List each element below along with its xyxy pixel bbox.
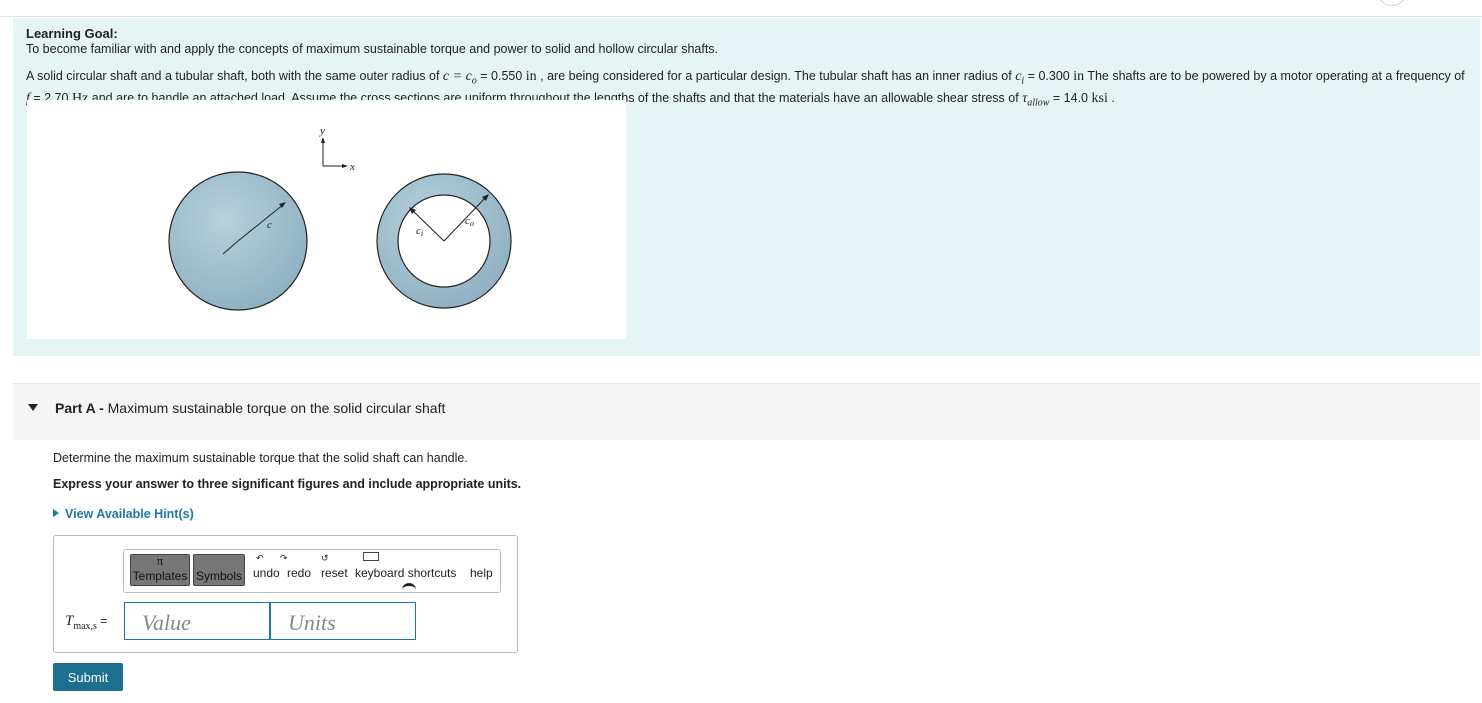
value-input[interactable]: Value <box>124 602 270 640</box>
problem-text: The shafts are to be powered by a motor … <box>1084 69 1465 83</box>
part-a-title: Part A - Maximum sustainable torque on t… <box>55 400 445 416</box>
question-text: Determine the maximum sustainable torque… <box>53 451 468 465</box>
unit-in: in <box>1073 69 1085 84</box>
solid-radius-label: c <box>267 219 272 231</box>
templates-label: Templates <box>132 569 188 583</box>
unit-ksi: ksi <box>1091 90 1108 106</box>
answer-label: Tmax,s = <box>65 613 108 632</box>
learning-goal-title: Learning Goal: <box>26 26 118 41</box>
pi-icon: π <box>156 553 164 568</box>
part-a-header[interactable]: Part A - Maximum sustainable torque on t… <box>13 383 1480 440</box>
reset-icon: ↺ <box>321 553 329 563</box>
axes-icon: y x <box>319 125 355 173</box>
hint-link-text: View Available Hint(s) <box>65 507 194 521</box>
view-hints-link[interactable]: View Available Hint(s) <box>53 507 194 521</box>
math-toolbar: π Templates Symbols ↶ undo ↷ redo ↺ rese… <box>123 549 501 593</box>
collapse-caret-icon[interactable] <box>28 404 38 411</box>
problem-text: . <box>1107 90 1115 105</box>
keyboard-icon <box>363 552 379 561</box>
shaft-figure: y x c ci co <box>27 100 626 339</box>
problem-text: = 14.0 <box>1049 90 1092 105</box>
problem-text: = 0.300 <box>1024 69 1074 83</box>
problem-text: A solid circular shaft and a tubular sha… <box>26 69 443 83</box>
answer-box: π Templates Symbols ↶ undo ↷ redo ↺ rese… <box>53 535 518 653</box>
instruction-text: Express your answer to three significant… <box>53 477 522 491</box>
tau-sub: allow <box>1027 97 1050 108</box>
shaft-diagram: y x c ci co <box>168 125 512 311</box>
help-button[interactable]: help <box>470 566 493 580</box>
axis-x-label: x <box>349 161 355 173</box>
problem-text: , are being considered for a particular … <box>536 69 1016 83</box>
corner-avatar <box>1378 0 1406 6</box>
tray-handle-icon <box>402 583 416 593</box>
submit-button[interactable]: Submit <box>53 663 123 691</box>
units-input[interactable]: Units <box>270 602 416 640</box>
solid-shaft: c <box>168 171 308 311</box>
unit-in: in <box>525 69 537 84</box>
axis-y-label: y <box>319 125 325 137</box>
tubular-shaft: ci co <box>376 173 512 309</box>
undo-button[interactable]: undo <box>253 566 280 580</box>
outer-radius-symbol: c = c <box>442 69 472 84</box>
learning-goal-panel: Learning Goal: To become familiar with a… <box>13 18 1480 356</box>
redo-button[interactable]: redo <box>287 566 311 580</box>
keyboard-shortcuts-button[interactable]: keyboard shortcuts <box>355 566 456 580</box>
part-a-label: Part A - <box>55 400 108 416</box>
problem-text: = 0.550 <box>476 69 526 83</box>
templates-button[interactable]: π Templates <box>130 553 190 586</box>
part-a-title-text: Maximum sustainable torque on the solid … <box>107 400 446 416</box>
symbols-button[interactable]: Symbols <box>193 554 245 586</box>
learning-goal-text: To become familiar with and apply the co… <box>26 42 719 56</box>
undo-icon: ↶ <box>256 553 264 563</box>
top-divider <box>0 16 1482 17</box>
reset-button[interactable]: reset <box>321 566 348 580</box>
expand-triangle-icon <box>53 509 59 517</box>
redo-icon: ↷ <box>280 553 288 563</box>
symbols-label: Symbols <box>195 569 242 583</box>
